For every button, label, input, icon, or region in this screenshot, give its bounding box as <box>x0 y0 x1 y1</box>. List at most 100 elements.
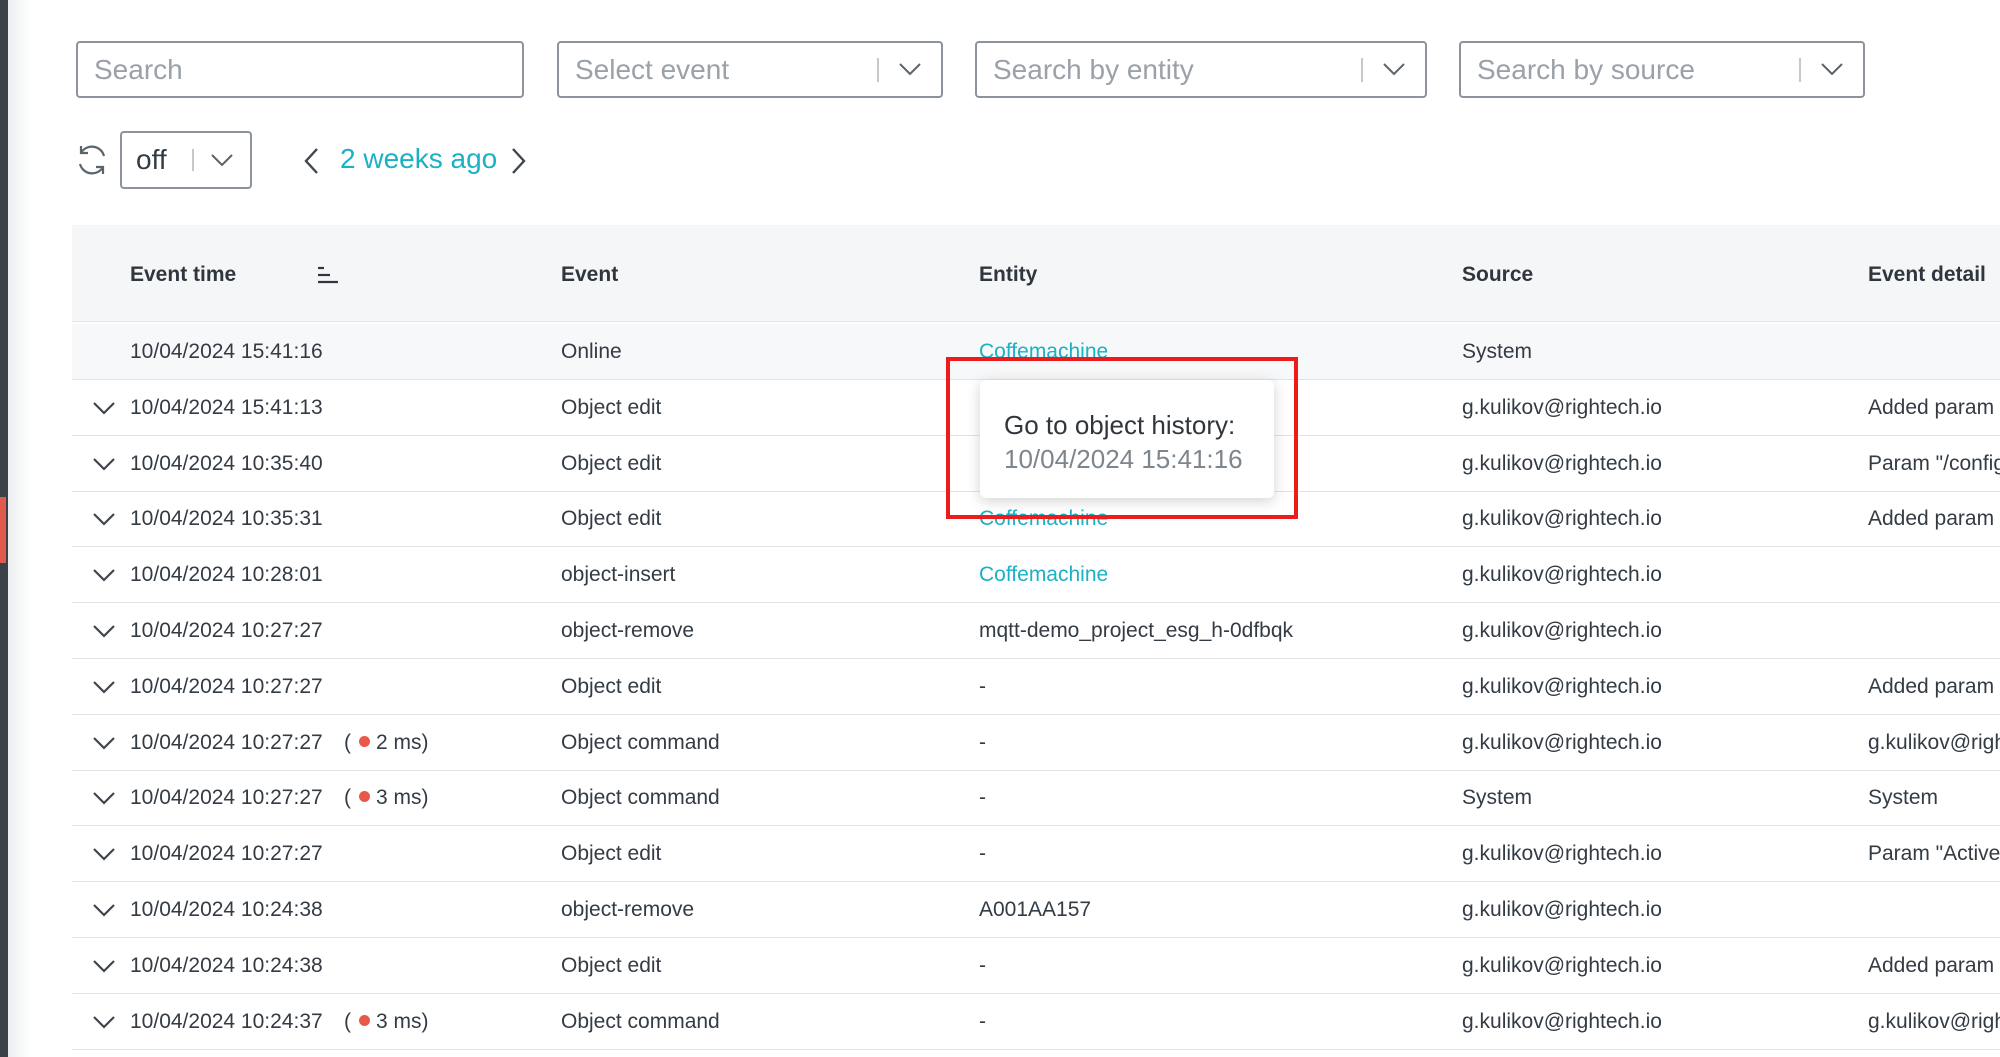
chevron-down-icon[interactable] <box>92 790 116 806</box>
column-source: Source <box>1462 263 1534 286</box>
event-cell: object-remove <box>561 619 695 642</box>
chevron-right-icon[interactable] <box>506 146 530 176</box>
event-detail-cell: Added param <box>1868 675 1995 698</box>
duration-value: 3 ms <box>376 786 422 809</box>
source-cell: g.kulikov@rightech.io <box>1462 954 1662 977</box>
sidebar-shadow <box>8 0 30 1057</box>
chevron-down-icon[interactable] <box>92 623 116 639</box>
chevron-down-icon[interactable] <box>92 679 116 695</box>
entity-cell: - <box>979 954 986 977</box>
chevron-left-icon[interactable] <box>300 146 324 176</box>
entity-cell: mqtt-demo_project_esg_h-0dfbqk <box>979 619 1294 642</box>
event-cell: Object edit <box>561 452 662 475</box>
entity-select-placeholder: Search by entity <box>993 53 1194 85</box>
event-detail-cell: Param "Active" <box>1868 842 2000 865</box>
source-cell: g.kulikov@rightech.io <box>1462 1010 1662 1033</box>
event-cell: Object edit <box>561 842 662 865</box>
chevron-down-icon[interactable] <box>92 735 116 751</box>
chevron-down-icon[interactable] <box>1363 63 1425 76</box>
search-input[interactable] <box>78 43 522 96</box>
chevron-down-icon[interactable] <box>92 567 116 583</box>
event-time-cell: 10/04/2024 10:28:01 <box>130 563 323 586</box>
event-detail-cell: Added param <box>1868 396 1995 419</box>
event-detail-cell: Param "/config <box>1868 452 2000 475</box>
duration-indicator: (3 ms) <box>344 1010 429 1033</box>
sidebar-active-marker <box>0 497 6 563</box>
chevron-down-icon[interactable] <box>92 902 116 918</box>
chevron-down-icon[interactable] <box>92 1014 116 1030</box>
event-time-cell: 10/04/2024 15:41:13 <box>130 396 323 419</box>
event-cell: object-insert <box>561 563 676 586</box>
table-row[interactable]: 10/04/2024 10:24:38 object-remove A001AA15… <box>72 882 2000 938</box>
entity-select[interactable]: Search by entity <box>975 41 1427 98</box>
source-select-placeholder: Search by source <box>1477 53 1695 85</box>
chevron-down-icon[interactable] <box>92 456 116 472</box>
chevron-down-icon[interactable] <box>92 511 116 527</box>
refresh-interval-select[interactable]: off <box>120 131 252 189</box>
entity-cell: - <box>979 842 986 865</box>
event-select[interactable]: Select event <box>557 41 943 98</box>
search-field[interactable] <box>76 41 524 98</box>
table-row[interactable]: 10/04/2024 10:28:01 object-insert Coffemac… <box>72 547 2000 603</box>
entity-cell: - <box>979 731 986 754</box>
status-dot-icon <box>359 736 370 747</box>
column-event-detail: Event detail <box>1868 263 1986 286</box>
table-row[interactable]: 10/04/2024 10:27:27 Object edit - g.kulikov… <box>72 826 2000 882</box>
event-time-cell: 10/04/2024 10:35:31 <box>130 507 323 530</box>
chevron-down-icon[interactable] <box>879 63 941 76</box>
chevron-down-icon[interactable] <box>92 400 116 416</box>
event-time-cell: 10/04/2024 10:24:38 <box>130 954 323 977</box>
chevron-down-icon[interactable] <box>194 153 250 167</box>
source-cell: g.kulikov@rightech.io <box>1462 452 1662 475</box>
entity-cell: A001AA157 <box>979 898 1092 921</box>
event-detail-cell: g.kulikov@righ <box>1868 731 2000 754</box>
event-time-cell: 10/04/2024 10:24:37 <box>130 1010 323 1033</box>
refresh-icon[interactable] <box>74 142 110 178</box>
entity-cell: - <box>979 1010 986 1033</box>
event-time-cell: 10/04/2024 10:35:40 <box>130 452 323 475</box>
event-cell: object-remove <box>561 898 695 921</box>
column-event: Event <box>561 263 619 286</box>
event-detail-cell: Added param <box>1868 507 1995 530</box>
event-time-cell: 10/04/2024 10:27:27 <box>130 619 323 642</box>
event-time-cell: 10/04/2024 10:27:27 <box>130 842 323 865</box>
entity-link[interactable]: Coffemachine <box>979 563 1108 587</box>
source-cell: g.kulikov@rightech.io <box>1462 396 1662 419</box>
event-detail-cell: Added param <box>1868 954 1995 977</box>
table-row[interactable]: 10/04/2024 10:27:27 object-remove mqtt-dem… <box>72 603 2000 659</box>
source-cell: g.kulikov@rightech.io <box>1462 563 1662 586</box>
event-cell: Online <box>561 340 622 363</box>
source-cell: g.kulikov@rightech.io <box>1462 619 1662 642</box>
source-cell: g.kulikov@rightech.io <box>1462 507 1662 530</box>
sort-icon[interactable] <box>316 265 340 285</box>
event-cell: Object command <box>561 731 720 754</box>
event-cell: Object edit <box>561 507 662 530</box>
duration-indicator: (2 ms) <box>344 731 429 754</box>
duration-value: 2 ms <box>376 731 422 754</box>
source-cell: System <box>1462 340 1533 363</box>
table-row[interactable]: 10/04/2024 10:27:27 (3 ms) Object command -… <box>72 770 2000 826</box>
chevron-down-icon[interactable] <box>92 846 116 862</box>
source-cell: System <box>1462 786 1533 809</box>
source-cell: g.kulikov@rightech.io <box>1462 675 1662 698</box>
table-row[interactable]: 10/04/2024 10:27:27 Object edit - g.kulikov… <box>72 659 2000 715</box>
event-select-placeholder: Select event <box>575 53 730 85</box>
source-cell: g.kulikov@rightech.io <box>1462 731 1662 754</box>
column-event-time[interactable]: Event time <box>130 263 236 287</box>
table-row[interactable]: 10/04/2024 10:27:27 (2 ms) Object command -… <box>72 715 2000 771</box>
source-select[interactable]: Search by source <box>1459 41 1865 98</box>
event-time-cell: 10/04/2024 10:27:27 <box>130 786 323 809</box>
highlight-box <box>946 357 1298 519</box>
chevron-down-icon[interactable] <box>92 958 116 974</box>
period-link[interactable]: 2 weeks ago <box>340 143 497 175</box>
table-row[interactable]: 10/04/2024 10:24:37 (3 ms) Object command -… <box>72 994 2000 1050</box>
source-cell: g.kulikov@rightech.io <box>1462 898 1662 921</box>
event-detail-cell: g.kulikov@righ <box>1868 1010 2000 1033</box>
entity-cell: - <box>979 675 986 698</box>
event-time-cell: 10/04/2024 10:27:27 <box>130 675 323 698</box>
event-cell: Object edit <box>561 954 662 977</box>
event-cell: Object edit <box>561 396 662 419</box>
chevron-down-icon[interactable] <box>1801 63 1863 76</box>
event-detail-cell: System <box>1868 786 1939 809</box>
table-row[interactable]: 10/04/2024 10:24:38 Object edit - g.kulikov… <box>72 938 2000 994</box>
